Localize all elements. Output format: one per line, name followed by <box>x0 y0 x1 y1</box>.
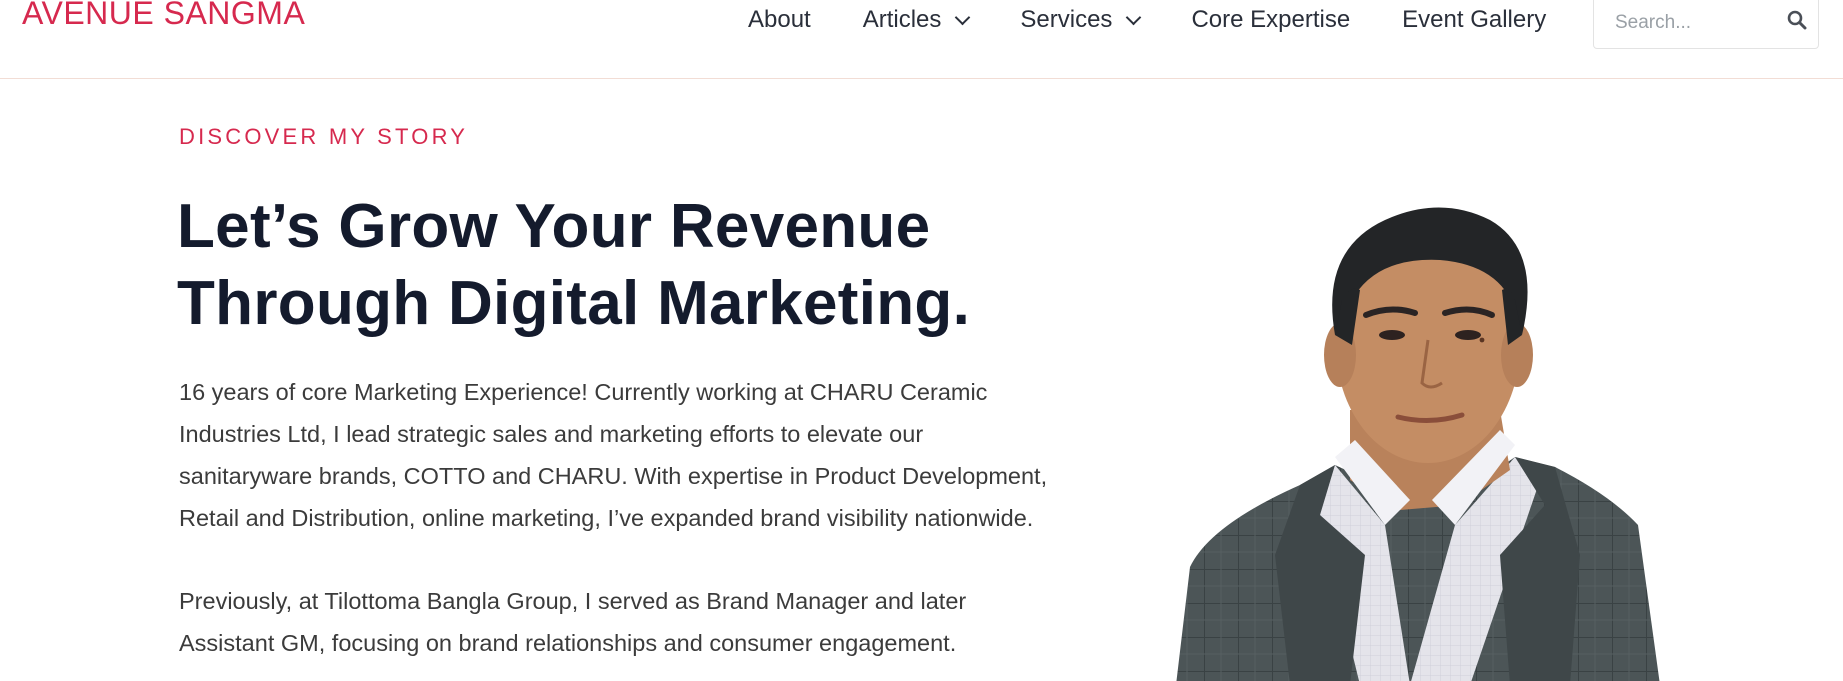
paragraph-line: Retail and Distribution, online marketin… <box>179 505 1034 531</box>
paragraph-line: Industries Ltd, I lead strategic sales a… <box>179 421 924 447</box>
portrait-photo <box>1176 207 1660 681</box>
chevron-down-icon <box>1126 9 1142 25</box>
hero-headline: Let’s Grow Your Revenue Through Digital … <box>177 188 970 342</box>
chevron-down-icon <box>955 9 971 25</box>
paragraph-line: Assistant GM, focusing on brand relation… <box>179 630 957 656</box>
nav-item-label: Services <box>1020 6 1113 33</box>
nav-item-services[interactable]: Services <box>1020 6 1142 34</box>
nav-item-articles[interactable]: Articles <box>862 6 971 34</box>
search-input[interactable] <box>1594 0 1774 48</box>
search-box <box>1593 0 1819 49</box>
intro-paragraph: 16 years of core Marketing Experience! C… <box>179 371 1079 539</box>
nav-item-label: Event Gallery <box>1402 6 1547 33</box>
nav-item-label: About <box>748 6 811 33</box>
site-header: AVENUE SANGMA About Articles Services Co… <box>0 0 1843 79</box>
nav-item-core-expertise[interactable]: Core Expertise <box>1191 6 1350 34</box>
paragraph-line: Previously, at Tilottoma Bangla Group, I… <box>179 588 967 614</box>
main-nav: About Articles Services Core Expertise E… <box>748 0 1546 40</box>
headline-line: Let’s Grow Your Revenue <box>177 192 931 261</box>
paragraph-line: 16 years of core Marketing Experience! C… <box>179 379 988 405</box>
eyebrow-text: DISCOVER MY STORY <box>179 124 469 149</box>
nav-item-label: Core Expertise <box>1191 6 1351 33</box>
nav-item-about[interactable]: About <box>748 6 811 34</box>
paragraph-line: sanitaryware brands, COTTO and CHARU. Wi… <box>179 463 1048 489</box>
search-button[interactable] <box>1784 7 1810 33</box>
search-icon <box>1787 10 1807 30</box>
nav-item-label: Articles <box>862 6 942 33</box>
nav-item-event-gallery[interactable]: Event Gallery <box>1402 6 1546 34</box>
history-paragraph: Previously, at Tilottoma Bangla Group, I… <box>179 580 1079 664</box>
site-logo[interactable]: AVENUE SANGMA <box>22 0 305 32</box>
headline-line: Through Digital Marketing. <box>177 269 971 338</box>
